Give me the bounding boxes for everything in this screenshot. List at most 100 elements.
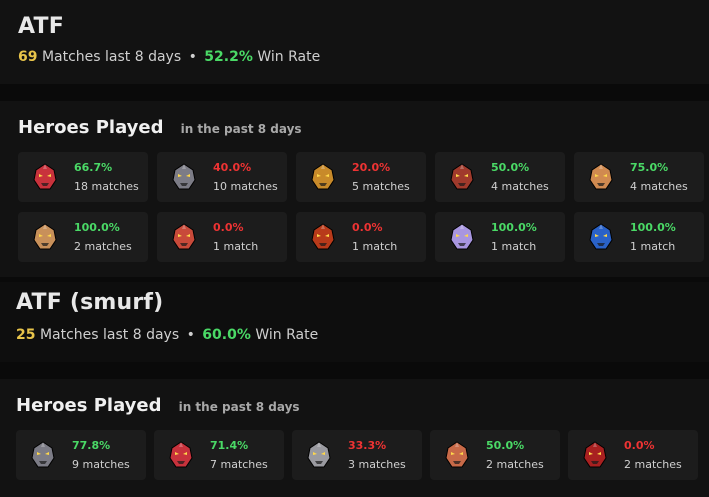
separator: • [188,49,197,65]
hero-match-count: 2 matches [74,240,132,253]
hero-card[interactable]: 66.7% 18 matches [18,152,148,202]
hero-card[interactable]: 40.0% 10 matches [157,152,287,202]
hero-match-count: 9 matches [72,458,130,471]
hero-card[interactable]: 100.0% 2 matches [18,212,148,262]
hero-stats: 77.8% 9 matches [72,436,130,474]
hero-card[interactable]: 75.0% 4 matches [574,152,704,202]
heroes-header: Heroes Played in the past 8 days [18,117,709,138]
hero-win-rate: 71.4% [210,439,249,452]
heroes-played-section: Heroes Played in the past 8 days 66.7% 18… [0,101,709,277]
hero-card[interactable]: 20.0% 5 matches [296,152,426,202]
hero-win-rate: 50.0% [486,439,525,452]
hero-match-count: 1 match [352,240,398,253]
player-stats: 25 Matches last 8 days • 60.0% Win Rate [16,327,709,343]
matches-label: Matches last 8 days [41,49,182,65]
hero-portrait-icon [308,222,338,252]
hero-win-rate: 0.0% [352,221,383,234]
hero-portrait-icon [30,162,60,192]
hero-card[interactable]: 0.0% 1 match [157,212,287,262]
win-rate-label: Win Rate [257,49,321,65]
heroes-played-section: Heroes Played in the past 8 days 77.8% 9 … [0,379,709,497]
hero-portrait-icon [586,162,616,192]
player-summary-atf-smurf: ATF (smurf) 25 Matches last 8 days • 60.… [0,282,709,362]
win-rate: 60.0% [202,327,251,343]
hero-match-count: 4 matches [630,180,688,193]
hero-win-rate: 33.3% [348,439,387,452]
hero-portrait-icon [304,440,334,470]
player-name[interactable]: ATF [18,14,709,39]
hero-stats: 100.0% 1 match [630,218,676,256]
hero-stats: 40.0% 10 matches [213,158,278,196]
hero-card[interactable]: 71.4% 7 matches [154,430,284,480]
hero-match-count: 1 match [213,240,259,253]
hero-match-count: 3 matches [348,458,406,471]
hero-card[interactable]: 50.0% 2 matches [430,430,560,480]
hero-card[interactable]: 100.0% 1 match [574,212,704,262]
hero-win-rate: 100.0% [491,221,537,234]
hero-stats: 0.0% 1 match [352,218,397,256]
player-summary-atf: ATF 69 Matches last 8 days • 52.2% Win R… [0,0,709,84]
hero-stats: 75.0% 4 matches [630,158,688,196]
hero-card[interactable]: 33.3% 3 matches [292,430,422,480]
hero-portrait-icon [586,222,616,252]
hero-stats: 50.0% 4 matches [491,158,549,196]
hero-win-rate: 75.0% [630,161,669,174]
hero-stats: 100.0% 2 matches [74,218,132,256]
hero-grid: 66.7% 18 matches 40.0% 10 matches 20.0% 5 mat… [18,152,709,262]
heroes-subtitle: in the past 8 days [178,400,300,414]
player-name[interactable]: ATF (smurf) [16,290,709,315]
hero-match-count: 1 match [491,240,537,253]
hero-stats: 66.7% 18 matches [74,158,139,196]
hero-stats: 0.0% 2 matches [624,436,682,474]
hero-match-count: 1 match [630,240,676,253]
hero-win-rate: 66.7% [74,161,113,174]
hero-portrait-icon [169,222,199,252]
hero-stats: 0.0% 1 match [213,218,258,256]
hero-portrait-icon [447,162,477,192]
hero-stats: 100.0% 1 match [491,218,537,256]
hero-match-count: 2 matches [624,458,682,471]
heroes-subtitle: in the past 8 days [180,122,302,136]
heroes-header: Heroes Played in the past 8 days [16,395,709,416]
hero-card[interactable]: 50.0% 4 matches [435,152,565,202]
matches-count: 25 [16,327,36,343]
hero-portrait-icon [308,162,338,192]
heroes-title: Heroes Played [16,395,162,416]
heroes-title: Heroes Played [18,117,164,138]
hero-match-count: 4 matches [491,180,549,193]
hero-card[interactable]: 0.0% 2 matches [568,430,698,480]
hero-match-count: 7 matches [210,458,268,471]
hero-match-count: 18 matches [74,180,139,193]
hero-stats: 20.0% 5 matches [352,158,410,196]
hero-card[interactable]: 100.0% 1 match [435,212,565,262]
hero-portrait-icon [28,440,58,470]
hero-stats: 33.3% 3 matches [348,436,406,474]
hero-portrait-icon [580,440,610,470]
hero-stats: 50.0% 2 matches [486,436,544,474]
hero-portrait-icon [30,222,60,252]
hero-win-rate: 0.0% [213,221,244,234]
win-rate: 52.2% [204,49,253,65]
hero-win-rate: 50.0% [491,161,530,174]
matches-label: Matches last 8 days [39,327,180,343]
hero-card[interactable]: 0.0% 1 match [296,212,426,262]
player-stats: 69 Matches last 8 days • 52.2% Win Rate [18,49,709,65]
hero-portrait-icon [166,440,196,470]
win-rate-label: Win Rate [255,327,319,343]
hero-win-rate: 40.0% [213,161,252,174]
hero-card[interactable]: 77.8% 9 matches [16,430,146,480]
hero-portrait-icon [169,162,199,192]
hero-portrait-icon [442,440,472,470]
hero-match-count: 5 matches [352,180,410,193]
hero-win-rate: 100.0% [74,221,120,234]
hero-win-rate: 20.0% [352,161,391,174]
hero-win-rate: 0.0% [624,439,655,452]
hero-stats: 71.4% 7 matches [210,436,268,474]
hero-grid: 77.8% 9 matches 71.4% 7 matches 33.3% 3 match… [16,430,709,480]
hero-portrait-icon [447,222,477,252]
hero-match-count: 10 matches [213,180,278,193]
separator: • [186,327,195,343]
matches-count: 69 [18,49,38,65]
hero-win-rate: 100.0% [630,221,676,234]
hero-win-rate: 77.8% [72,439,111,452]
